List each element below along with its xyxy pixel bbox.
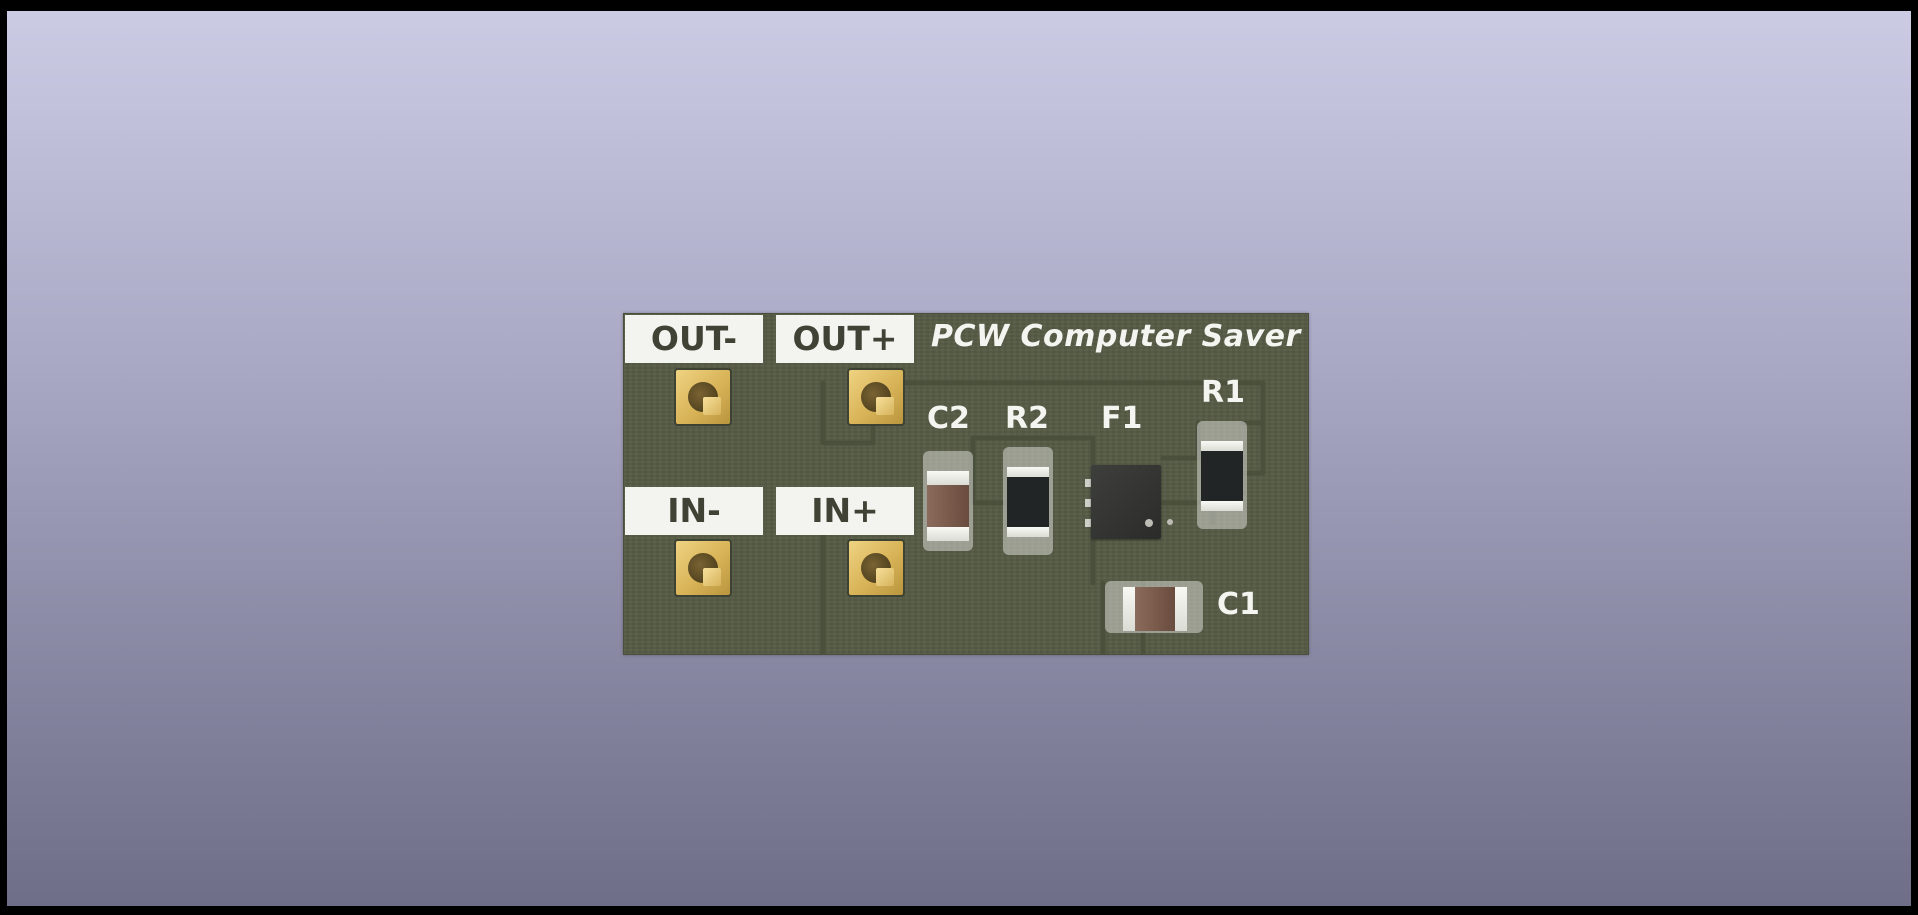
resistor-r1[interactable] (1197, 421, 1247, 529)
board-title: PCW Computer Saver (931, 319, 1301, 354)
3d-viewport[interactable]: OUT- OUT+ IN- IN+ PCW Computer Saver C2 (7, 11, 1911, 906)
pin1-marker-dot (1167, 519, 1173, 525)
resistor-r2[interactable] (1003, 447, 1053, 555)
pad-out-plus[interactable] (847, 368, 905, 426)
fuse-f1[interactable] (1085, 463, 1169, 543)
connector-label-out-minus: OUT- (625, 315, 763, 363)
pcb-board[interactable]: OUT- OUT+ IN- IN+ PCW Computer Saver C2 (623, 313, 1309, 655)
ref-f1: F1 (1101, 401, 1143, 436)
ref-r2: R2 (1005, 401, 1049, 436)
pad-in-plus[interactable] (847, 539, 905, 597)
pad-out-minus[interactable] (674, 368, 732, 426)
connector-label-out-plus: OUT+ (776, 315, 914, 363)
capacitor-c1[interactable] (1105, 581, 1203, 633)
connector-label-in-plus: IN+ (776, 487, 914, 535)
ref-c1: C1 (1217, 587, 1260, 622)
window-frame: OUT- OUT+ IN- IN+ PCW Computer Saver C2 (0, 0, 1918, 915)
connector-label-in-minus: IN- (625, 487, 763, 535)
ref-r1: R1 (1201, 375, 1245, 410)
capacitor-c2[interactable] (923, 451, 973, 551)
pad-in-minus[interactable] (674, 539, 732, 597)
ref-c2: C2 (927, 401, 970, 436)
